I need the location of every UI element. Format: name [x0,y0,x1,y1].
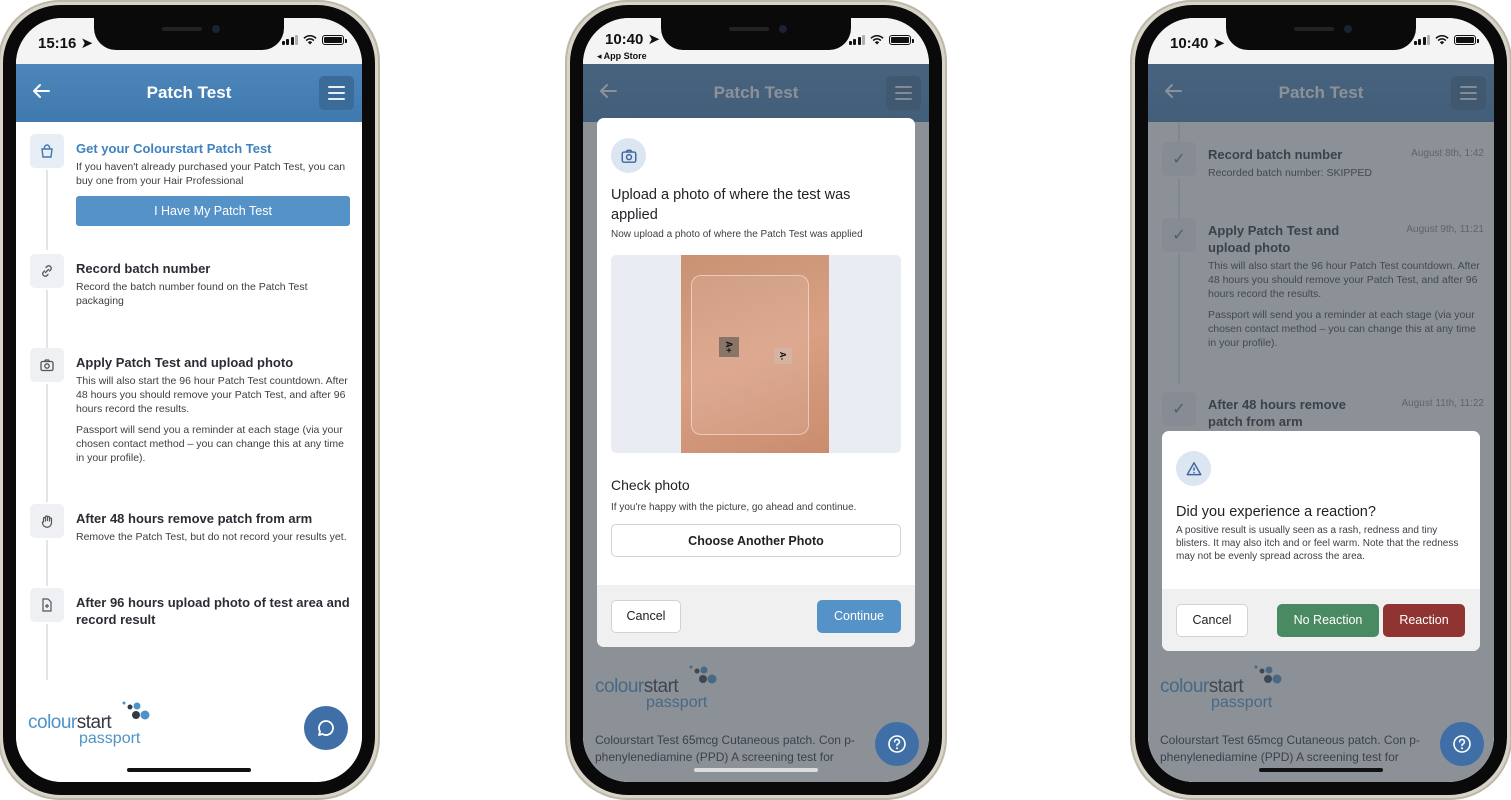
patch-label-a-plus: A+ [719,337,739,357]
modal-backdrop[interactable] [1148,64,1494,782]
wifi-icon [1435,35,1449,45]
file-plus-icon [30,588,64,622]
home-indicator [1259,768,1383,772]
step-title: Apply Patch Test and upload photo [76,355,294,370]
chat-button[interactable] [304,706,348,750]
colourstart-passport-logo: colourstart passport [28,698,158,748]
link-icon [30,254,64,288]
wifi-icon [303,35,317,45]
uploaded-photo: A+ A- [681,255,829,453]
help-icon [888,735,906,753]
no-reaction-button[interactable]: No Reaction [1277,603,1379,637]
step-title: Record batch number [76,261,211,276]
home-indicator [127,768,251,772]
reaction-button[interactable]: Reaction [1383,603,1465,637]
upload-photo-modal: Upload a photo of where the test was app… [597,118,915,647]
back-to-app-store-link[interactable]: ◂ App Store [597,51,647,62]
wifi-icon [870,35,884,45]
warning-icon [1176,451,1211,486]
phone-screen-3: 10:40 ➤ Patch Test ✓ Record batch number… [1130,0,1511,800]
location-arrow-icon: ➤ [1212,35,1226,52]
cellular-signal-icon [281,35,298,45]
steps-list: Get your Colourstart Patch Test If you h… [16,122,362,782]
page-title: Patch Test [146,83,232,102]
notch [661,18,851,50]
cellular-signal-icon [848,35,865,45]
home-indicator [694,768,818,772]
notch [1226,18,1416,50]
battery-icon [322,35,347,45]
phone-screen-2: 10:40 ➤ ◂ App Store Patch Test coloursta… [565,0,947,800]
help-icon [1453,735,1471,753]
choose-another-photo-button[interactable]: Choose Another Photo [611,524,901,557]
step-text: Remove the Patch Test, but do not record… [76,531,347,543]
i-have-my-patch-test-button[interactable]: I Have My Patch Test [76,196,350,226]
status-time: 15:16 ➤ [38,35,94,52]
chat-icon [318,720,334,736]
check-photo-text: If you're happy with the picture, go ahe… [611,502,857,513]
shopping-bag-icon [30,134,64,168]
modal-title: Did you experience a reaction? [1176,504,1376,520]
camera-icon [30,348,64,382]
step-title: After 96 hours upload photo of test area… [76,595,350,627]
step-title: After 48 hours remove patch from arm [76,511,313,526]
modal-title: Upload a photo of where the test was app… [611,187,851,223]
hand-icon [30,504,64,538]
step-text: Passport will send you a reminder at eac… [76,424,344,464]
continue-button[interactable]: Continue [817,599,901,633]
modal-text: A positive result is usually seen as a r… [1176,525,1459,562]
phone-screen-1: 15:16 ➤ Patch Test Get your Colourstart … [0,0,380,800]
status-time: 10:40 ➤ [1170,35,1226,52]
patch-label-a-minus: A- [774,348,792,364]
location-arrow-icon: ➤ [80,35,94,52]
help-button[interactable] [1440,722,1484,766]
battery-icon [1454,35,1479,45]
step-text: This will also start the 96 hour Patch T… [76,375,348,415]
status-time: 10:40 ➤ [605,31,661,48]
cellular-signal-icon [1413,35,1430,45]
modal-subtitle: Now upload a photo of where the Patch Te… [611,229,863,240]
check-photo-title: Check photo [611,477,690,493]
reaction-modal: Did you experience a reaction? A positiv… [1162,431,1480,651]
logo-dots-icon [122,701,150,720]
cancel-button[interactable]: Cancel [611,599,681,633]
help-button[interactable] [875,722,919,766]
app-header: Patch Test [16,64,362,122]
step-text: If you haven't already purchased your Pa… [76,161,346,187]
photo-preview: A+ A- [611,255,901,453]
cancel-button[interactable]: Cancel [1176,603,1248,637]
hamburger-menu-button[interactable] [319,76,354,110]
location-arrow-icon: ➤ [647,31,661,48]
step-title: Get your Colourstart Patch Test [76,141,272,156]
camera-icon [611,138,646,173]
battery-icon [889,35,914,45]
notch [94,18,284,50]
step-text: Record the batch number found on the Pat… [76,281,308,307]
